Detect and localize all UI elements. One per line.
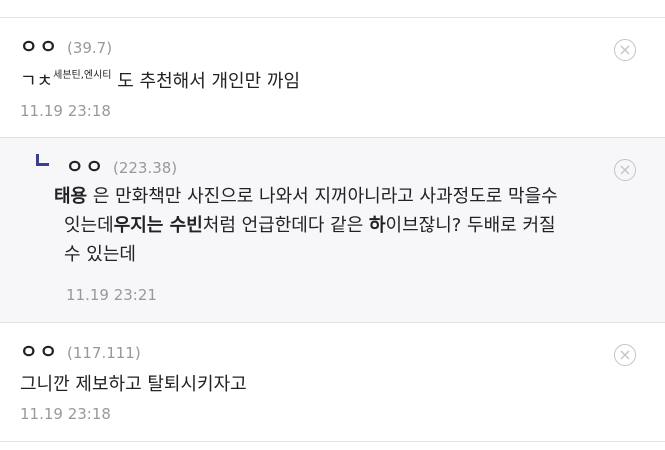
comment-date: 11.19 23:21	[66, 286, 157, 304]
comment-nickname[interactable]: ㅇㅇ	[20, 337, 59, 364]
delete-icon[interactable]: ×	[614, 159, 636, 181]
comment-nickname[interactable]: ㅇㅇ	[66, 152, 105, 179]
bold-text: 하	[368, 215, 386, 236]
comment-header: ㅇㅇ (39.7)	[20, 32, 112, 59]
comment-text-part: 수 있는데	[64, 244, 136, 265]
comment-line: 수 있는데	[54, 240, 644, 269]
comment-item: ㅇㅇ (117.111) × 그니깐 제보하고 탈퇴시키자고 11.19 23:…	[0, 322, 665, 442]
comment-nickname[interactable]: ㅇㅇ	[20, 32, 59, 59]
comment-header: ㅇㅇ (117.111)	[20, 337, 141, 364]
comment-line: 잇는데우지는 수빈처럼 언급한데다 같은 하이브잖니? 두배로 커질	[54, 211, 644, 240]
comment-text-part: ㄱㅊ	[20, 71, 54, 92]
comment-text: 그니깐 제보하고 탈퇴시키자고	[20, 374, 247, 395]
reply-comment-item: ㅇㅇ (223.38) × 태용 은 만화책만 사진으로 나와서 지꺼아니라고 …	[0, 137, 665, 322]
comment-ip: (117.111)	[66, 344, 141, 362]
comment-text-part: 도 추천해서 개인만 까임	[111, 71, 301, 92]
reply-arrow-icon	[36, 154, 49, 166]
comment-ip: (223.38)	[112, 159, 178, 177]
comment-text-part: 은 만화책만 사진으로 나와서 지꺼아니라고 사과정도로 막을수	[87, 186, 558, 207]
comment-text-part: 잇는데	[64, 215, 114, 236]
comment-text: 태용 은 만화책만 사진으로 나와서 지꺼아니라고 사과정도로 막을수 잇는데우…	[54, 182, 644, 269]
comment-date: 11.19 23:18	[20, 102, 111, 120]
delete-icon[interactable]: ×	[614, 344, 636, 366]
bold-text: 우지는 수빈	[113, 215, 203, 236]
comment-header: ㅇㅇ (223.38)	[66, 152, 177, 179]
comment-superscript: 세븐틴,엔시티	[53, 70, 112, 81]
comment-text: ㄱㅊ세븐틴,엔시티 도 추천해서 개인만 까임	[20, 67, 300, 96]
comment-line: 태용 은 만화책만 사진으로 나와서 지꺼아니라고 사과정도로 막을수	[54, 182, 644, 211]
comment-text-part: 이브잖니? 두배로 커질	[385, 215, 556, 236]
comment-text-part: 처럼 언급한데다 같은	[202, 215, 364, 236]
delete-icon[interactable]: ×	[614, 39, 636, 61]
comment-date: 11.19 23:18	[20, 405, 111, 423]
bold-text: 태용	[54, 186, 88, 207]
comment-ip: (39.7)	[66, 39, 113, 57]
comment-item: ㅇㅇ (39.7) × ㄱㅊ세븐틴,엔시티 도 추천해서 개인만 까임 11.1…	[0, 17, 665, 137]
